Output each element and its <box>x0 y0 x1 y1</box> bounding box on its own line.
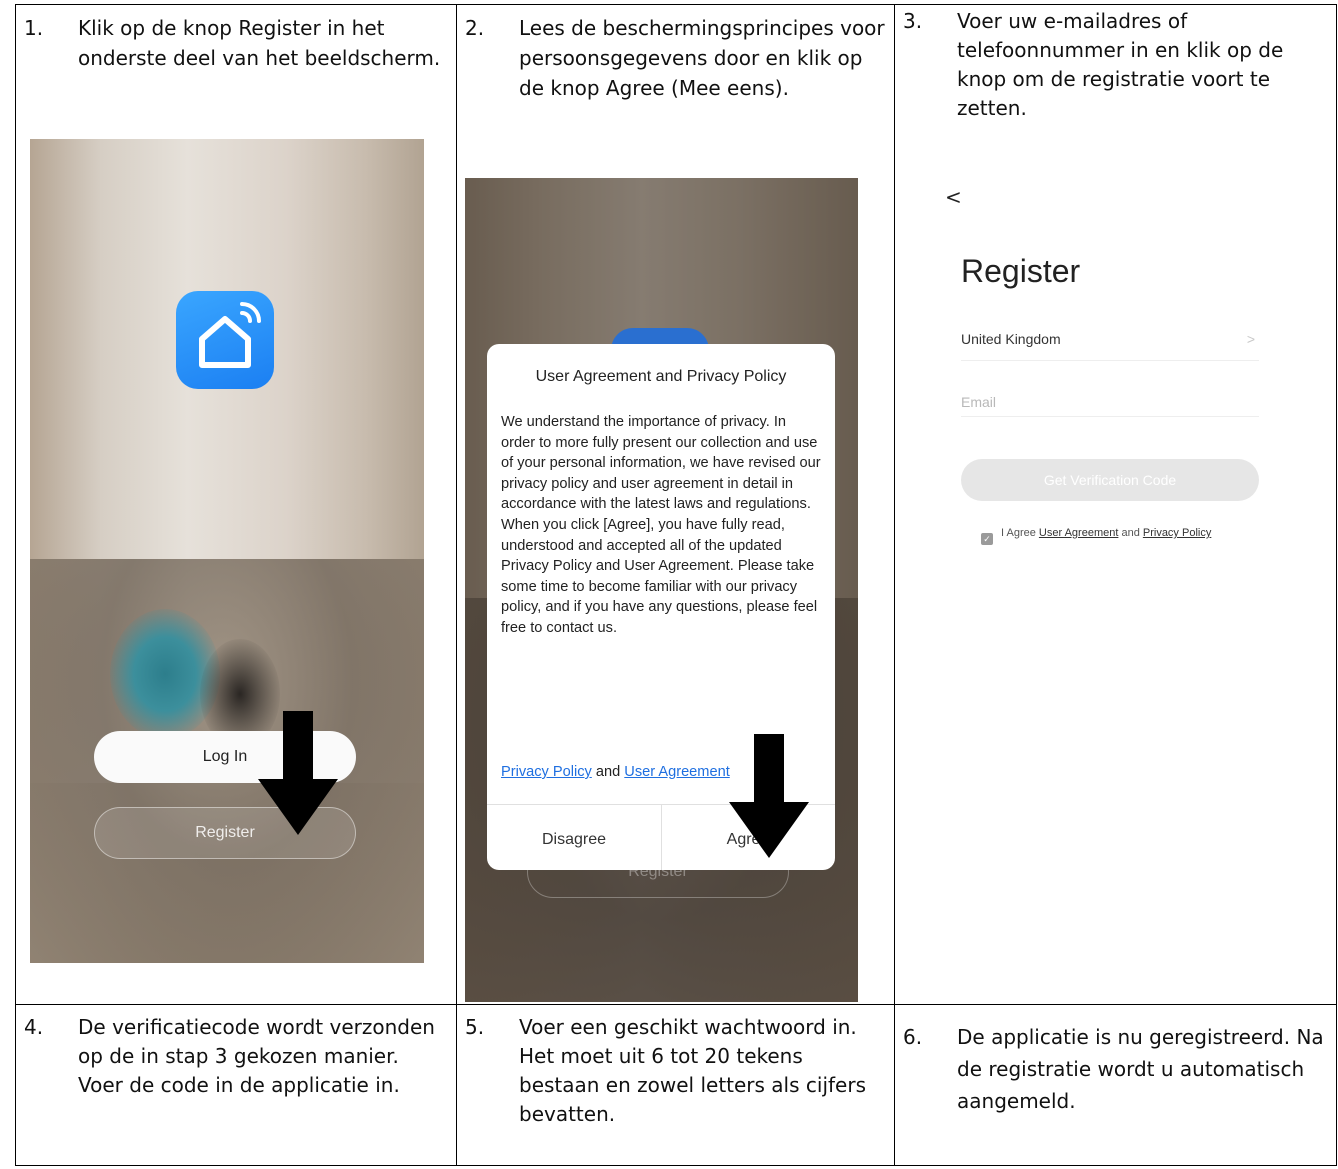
screenshot-register-form: < Register United Kingdom > Get Verifica… <box>895 5 1335 1005</box>
step-number: 4. <box>24 1015 44 1039</box>
get-verification-code-button[interactable]: Get Verification Code <box>961 459 1259 501</box>
step-text: Klik op de knop Register in het onderste… <box>78 16 441 70</box>
step-cell-3: 3. Voer uw e-mailadres of telefoonnummer… <box>894 4 1337 1005</box>
user-agreement-link[interactable]: User Agreement <box>624 764 729 780</box>
chevron-right-icon: > <box>1246 331 1255 347</box>
step-text: De verificatiecode wordt verzonden op de… <box>78 1015 435 1097</box>
step-cell-1: 1. Klik op de knop Register in het onder… <box>15 4 457 1005</box>
step-cell-5: 5. Voer een geschikt wachtwoord in. Het … <box>456 1004 895 1166</box>
step-number: 2. <box>465 16 485 40</box>
dialog-title: User Agreement and Privacy Policy <box>535 368 787 385</box>
step-text: Lees de beschermingsprincipes voor perso… <box>519 16 885 100</box>
step-number: 1. <box>24 16 44 40</box>
back-chevron-icon[interactable]: < <box>945 185 962 209</box>
step-4: 4. De verificatiecode wordt verzonden op… <box>16 1005 456 1100</box>
screenshot-privacy-dialog: Register User Agreement and Privacy Poli… <box>465 178 858 1002</box>
down-arrow-icon <box>729 734 809 858</box>
step-5: 5. Voer een geschikt wachtwoord in. Het … <box>457 1005 894 1129</box>
and-text: and <box>591 764 625 780</box>
step-2: 2. Lees de beschermingsprincipes voor pe… <box>457 5 894 103</box>
user-agreement-link[interactable]: User Agreement <box>1039 527 1118 539</box>
dialog-body: We understand the importance of privacy.… <box>501 414 821 636</box>
table-row: 4. De verificatiecode wordt verzonden op… <box>15 1004 1337 1166</box>
privacy-policy-link[interactable]: Privacy Policy <box>1143 527 1211 539</box>
step-number: 5. <box>465 1015 485 1039</box>
step-text: De applicatie is nu geregistreerd. Na de… <box>957 1025 1324 1113</box>
dialog-links: Privacy Policy and User Agreement <box>501 764 730 780</box>
page-title: Register <box>961 253 1081 289</box>
step-cell-6: 6. De applicatie is nu geregistreerd. Na… <box>894 1004 1337 1166</box>
step-1: 1. Klik op de knop Register in het onder… <box>16 5 456 73</box>
agreement-checkbox-row: ✓ I Agree User Agreement and Privacy Pol… <box>981 527 1251 545</box>
agreement-text: I Agree User Agreement and Privacy Polic… <box>1001 527 1212 539</box>
privacy-policy-link[interactable]: Privacy Policy <box>501 764 592 780</box>
country-selector[interactable]: United Kingdom > <box>961 331 1259 361</box>
step-cell-2: 2. Lees de beschermingsprincipes voor pe… <box>456 4 895 1005</box>
checkbox-checked-icon[interactable]: ✓ <box>981 533 993 545</box>
down-arrow-icon <box>258 711 338 835</box>
step-text: Voer een geschikt wachtwoord in. Het moe… <box>519 1015 866 1126</box>
country-value: United Kingdom <box>961 331 1061 347</box>
step-6: 6. De applicatie is nu geregistreerd. Na… <box>895 1005 1336 1117</box>
screenshot-login-screen: Log In Register <box>30 139 424 963</box>
instructions-table: 1. Klik op de knop Register in het onder… <box>15 4 1337 1166</box>
step-number: 6. <box>903 1025 923 1049</box>
disagree-button[interactable]: Disagree <box>487 804 661 870</box>
app-home-wifi-icon <box>176 291 274 389</box>
step-cell-4: 4. De verificatiecode wordt verzonden op… <box>15 1004 457 1166</box>
table-row: 1. Klik op de knop Register in het onder… <box>15 4 1337 1005</box>
email-field[interactable] <box>961 387 1259 417</box>
